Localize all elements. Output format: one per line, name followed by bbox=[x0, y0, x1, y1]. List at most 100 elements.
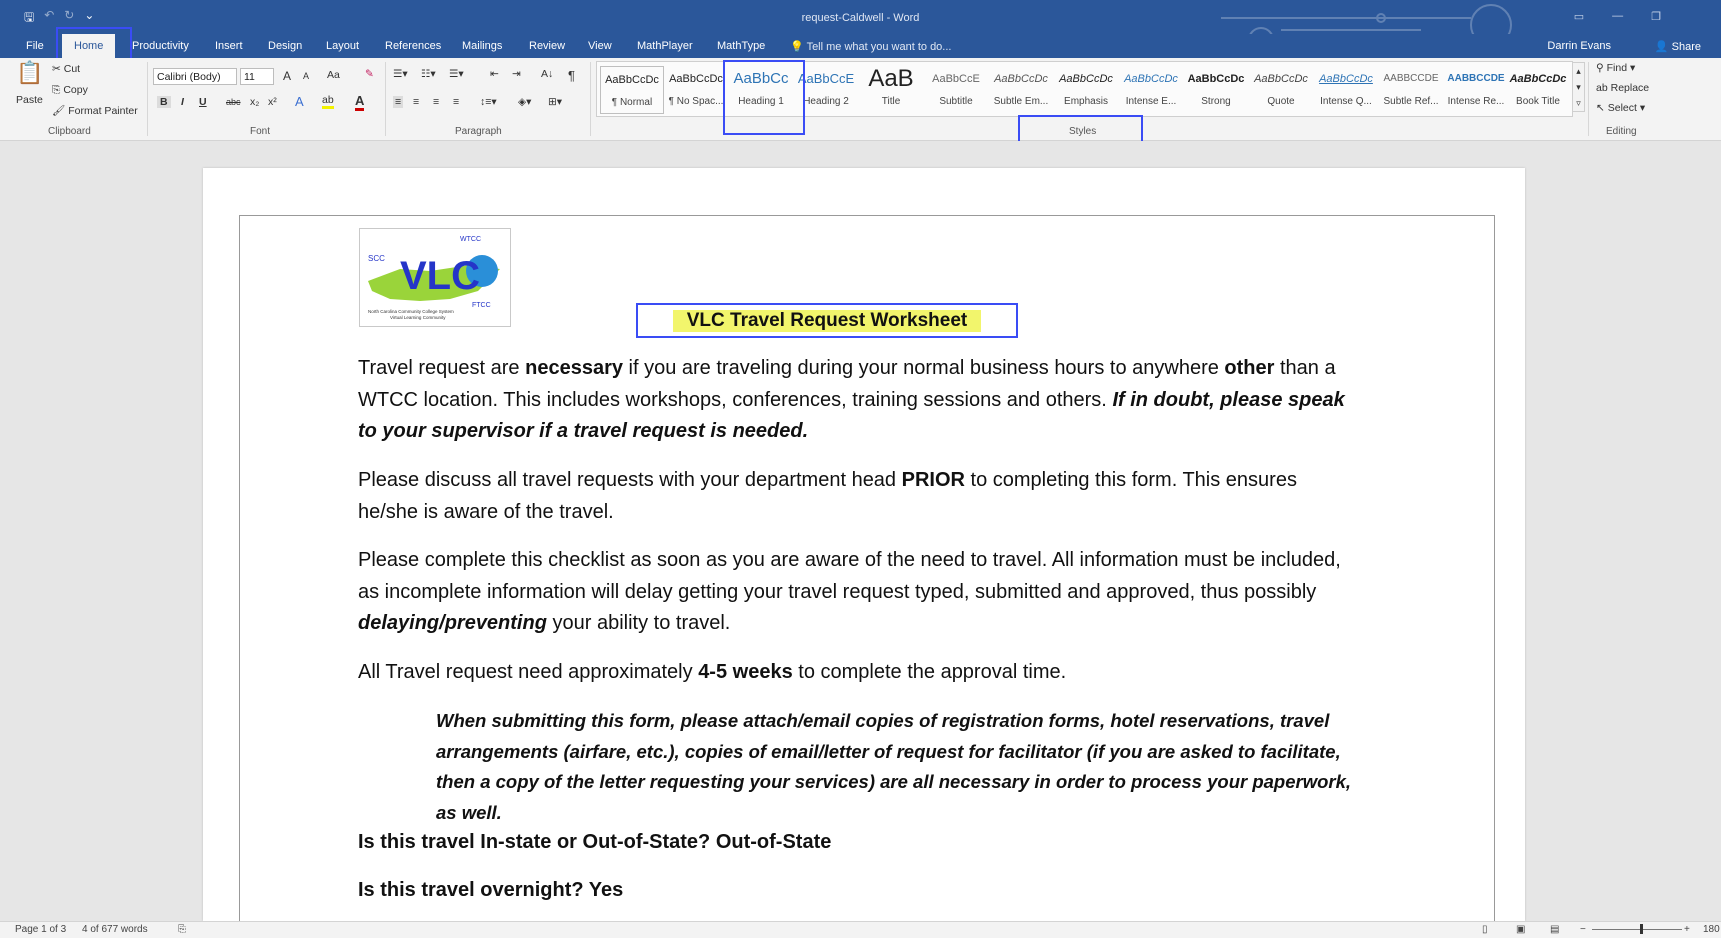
print-layout-icon[interactable]: ▣ bbox=[1516, 924, 1525, 935]
web-layout-icon[interactable]: ▤ bbox=[1550, 924, 1559, 935]
p1-text-2: if you are traveling during your normal … bbox=[622, 357, 1225, 379]
increase-indent-icon[interactable]: ⇥ bbox=[512, 68, 521, 80]
style-subtitle[interactable]: AaBbCcE Subtitle bbox=[925, 66, 987, 118]
proofing-icon[interactable]: ⎘ bbox=[178, 924, 186, 935]
paragraph-3[interactable]: Please complete this checklist as soon a… bbox=[358, 545, 1358, 640]
style-normal[interactable]: AaBbCcDc ¶ Normal bbox=[600, 66, 664, 114]
style-label: Strong bbox=[1201, 96, 1231, 107]
clear-formatting-icon[interactable]: ✎ bbox=[365, 68, 374, 80]
multilevel-list-icon[interactable]: ☰▾ bbox=[449, 68, 464, 80]
style-preview: AaBbCcE bbox=[932, 73, 980, 85]
strikethrough-button[interactable]: abc bbox=[226, 97, 241, 107]
align-center-icon[interactable]: ≡ bbox=[413, 96, 419, 108]
style-preview: AaBbCcDc bbox=[1187, 73, 1245, 85]
paragraph-5-indented[interactable]: When submitting this form, please attach… bbox=[436, 706, 1366, 828]
show-formatting-marks-icon[interactable]: ¶ bbox=[568, 68, 575, 83]
style-no-spacing[interactable]: AaBbCcDc ¶ No Spac... bbox=[665, 66, 727, 118]
tab-mailings[interactable]: Mailings bbox=[462, 40, 502, 52]
tab-productivity[interactable]: Productivity bbox=[132, 40, 189, 52]
tab-view[interactable]: View bbox=[588, 40, 612, 52]
underline-button[interactable]: U bbox=[199, 96, 207, 108]
font-color-icon[interactable]: A bbox=[355, 93, 365, 111]
shading-icon[interactable]: ◈▾ bbox=[518, 96, 531, 108]
p2-bold: PRIOR bbox=[901, 469, 965, 491]
tab-design[interactable]: Design bbox=[268, 40, 302, 52]
tab-mathplayer[interactable]: MathPlayer bbox=[637, 40, 693, 52]
zoom-slider-thumb[interactable] bbox=[1640, 924, 1643, 934]
style-title[interactable]: AaB Title bbox=[860, 66, 922, 118]
tell-me-search[interactable]: 💡 Tell me what you want to do... bbox=[790, 40, 951, 53]
paragraph-1[interactable]: Travel request are necessary if you are … bbox=[358, 353, 1358, 448]
minimize-icon[interactable]: — bbox=[1612, 10, 1623, 23]
question-in-state[interactable]: Is this travel In-state or Out-of-State?… bbox=[358, 831, 831, 854]
style-intense-emphasis[interactable]: AaBbCcDc Intense E... bbox=[1120, 66, 1182, 118]
style-preview: AaBbCcDc bbox=[994, 73, 1048, 85]
bullets-icon[interactable]: ☰▾ bbox=[393, 68, 408, 80]
align-right-icon[interactable]: ≡ bbox=[433, 96, 439, 108]
numbering-icon[interactable]: ☷▾ bbox=[421, 68, 436, 80]
style-preview: AaBbCcDc bbox=[1124, 73, 1178, 85]
paragraph-2[interactable]: Please discuss all travel requests with … bbox=[358, 465, 1358, 528]
word-count[interactable]: 4 of 677 words bbox=[82, 924, 148, 935]
grow-font-button[interactable]: A bbox=[283, 69, 291, 83]
highlight-color-icon[interactable]: ab bbox=[322, 94, 334, 109]
read-mode-icon[interactable]: ▯ bbox=[1482, 924, 1488, 935]
restore-icon[interactable]: ❐ bbox=[1651, 10, 1661, 23]
cut-button[interactable]: ✂ Cut bbox=[52, 63, 80, 75]
zoom-out-icon[interactable]: − bbox=[1580, 924, 1586, 935]
style-subtle-emphasis[interactable]: AaBbCcDc Subtle Em... bbox=[990, 66, 1052, 118]
tab-review[interactable]: Review bbox=[529, 40, 565, 52]
paste-icon[interactable]: 📋 bbox=[16, 60, 43, 86]
text-effects-icon[interactable]: A bbox=[295, 94, 304, 109]
bold-button[interactable]: B bbox=[157, 96, 171, 108]
style-subtle-reference[interactable]: AABBCCDE Subtle Ref... bbox=[1380, 66, 1442, 118]
tab-references[interactable]: References bbox=[385, 40, 441, 52]
line-spacing-icon[interactable]: ↕≡▾ bbox=[480, 96, 497, 108]
justify-icon[interactable]: ≡ bbox=[453, 96, 459, 108]
document-title[interactable]: VLC Travel Request Worksheet bbox=[672, 310, 982, 332]
superscript-button[interactable]: x² bbox=[268, 96, 277, 108]
ribbon-display-icon[interactable]: ▭ bbox=[1574, 10, 1584, 23]
gallery-scroll-icon[interactable]: ▴ ▾ ▿ bbox=[1572, 62, 1585, 112]
subscript-button[interactable]: x₂ bbox=[250, 96, 259, 108]
align-left-icon[interactable]: ≡ bbox=[393, 96, 404, 108]
find-button[interactable]: ⚲ Find ▾ bbox=[1596, 62, 1635, 74]
style-quote[interactable]: AaBbCcDc Quote bbox=[1250, 66, 1312, 118]
zoom-slider[interactable] bbox=[1592, 929, 1682, 930]
tab-layout[interactable]: Layout bbox=[326, 40, 359, 52]
ribbon-tabs: File Home Productivity Insert Design Lay… bbox=[0, 34, 1721, 58]
style-emphasis[interactable]: AaBbCcDc Emphasis bbox=[1055, 66, 1117, 118]
user-name[interactable]: Darrin Evans bbox=[1547, 40, 1611, 52]
font-name-select[interactable]: Calibri (Body) bbox=[153, 68, 237, 85]
separator bbox=[590, 62, 591, 136]
shrink-font-button[interactable]: A bbox=[303, 71, 309, 81]
replace-button[interactable]: ab Replace bbox=[1596, 82, 1649, 94]
zoom-level[interactable]: 180 bbox=[1703, 924, 1720, 935]
decrease-indent-icon[interactable]: ⇤ bbox=[490, 68, 499, 80]
sort-icon[interactable]: A↓ bbox=[541, 68, 553, 80]
share-button[interactable]: 👤 Share bbox=[1655, 40, 1701, 53]
font-size-select[interactable]: 11 bbox=[240, 68, 274, 85]
style-intense-quote[interactable]: AaBbCcDc Intense Q... bbox=[1315, 66, 1377, 118]
italic-button[interactable]: I bbox=[181, 96, 184, 108]
style-label: Subtitle bbox=[939, 96, 973, 107]
style-strong[interactable]: AaBbCcDc Strong bbox=[1185, 66, 1247, 118]
tab-insert[interactable]: Insert bbox=[215, 40, 243, 52]
format-painter-button[interactable]: 🖌 Format Painter bbox=[52, 104, 138, 117]
tab-mathtype[interactable]: MathType bbox=[717, 40, 765, 52]
style-book-title[interactable]: AaBbCcDc Book Title bbox=[1507, 66, 1569, 118]
style-intense-reference[interactable]: AABBCCDE Intense Re... bbox=[1445, 66, 1507, 118]
copy-button[interactable]: ⎘ Copy bbox=[52, 84, 88, 97]
borders-icon[interactable]: ⊞▾ bbox=[548, 96, 562, 108]
change-case-button[interactable]: Aa bbox=[327, 69, 340, 81]
style-preview: AaBbCcDc bbox=[1509, 73, 1567, 85]
page-count[interactable]: Page 1 of 3 bbox=[15, 924, 66, 935]
tab-file[interactable]: File bbox=[26, 40, 44, 52]
paste-button[interactable]: Paste bbox=[16, 94, 43, 106]
question-overnight[interactable]: Is this travel overnight? Yes bbox=[358, 879, 623, 902]
style-label: Book Title bbox=[1516, 96, 1560, 107]
paragraph-4[interactable]: All Travel request need approximately 4-… bbox=[358, 657, 1358, 689]
zoom-in-icon[interactable]: + bbox=[1684, 924, 1690, 935]
select-button[interactable]: ↖ Select ▾ bbox=[1596, 102, 1645, 114]
lightbulb-icon: 💡 bbox=[790, 41, 804, 53]
